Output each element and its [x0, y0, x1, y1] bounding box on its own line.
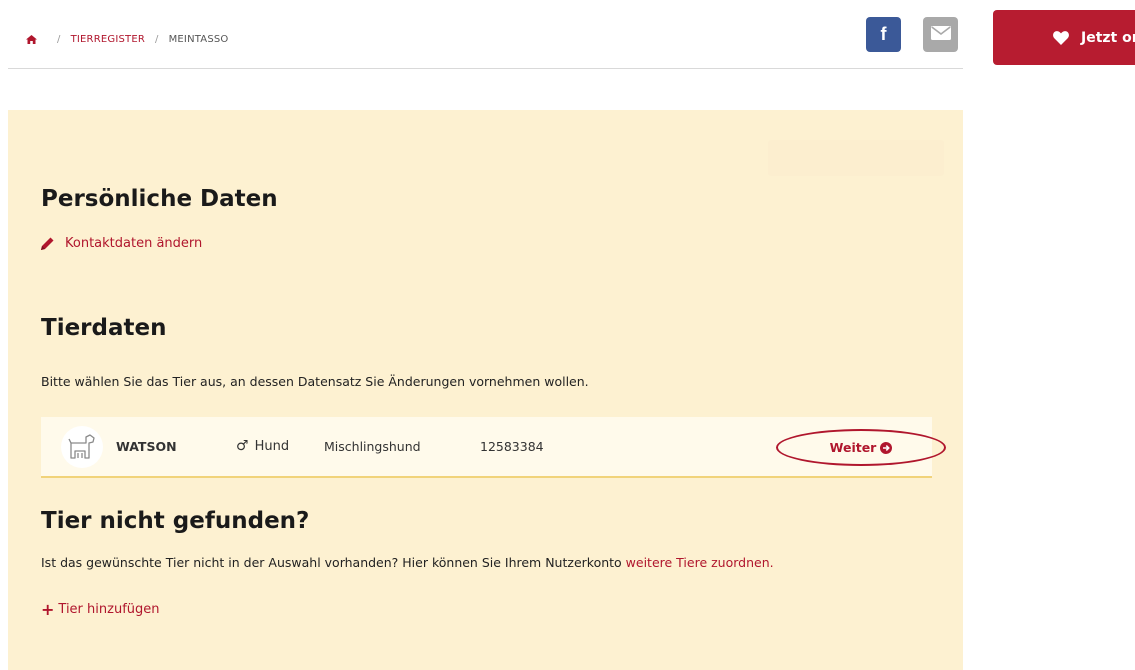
top-bar: / TIERREGISTER / MEINTASSO f Jetzt on — [0, 0, 1135, 70]
divider — [8, 68, 963, 69]
home-icon[interactable] — [26, 35, 37, 44]
edit-contact-label: Kontaktdaten ändern — [65, 236, 203, 251]
personal-data-heading: Persönliche Daten — [41, 186, 278, 212]
plus-icon: + — [41, 600, 55, 619]
mail-share-button[interactable] — [923, 17, 958, 52]
donate-button[interactable]: Jetzt on — [993, 10, 1135, 65]
animal-not-found-text: Ist das gewünschte Tier nicht in der Aus… — [41, 555, 774, 570]
assign-animals-link[interactable]: weitere Tiere zuordnen. — [626, 555, 774, 570]
animal-intro-text: Bitte wählen Sie das Tier aus, an dessen… — [41, 374, 589, 389]
animal-row[interactable]: WATSON ♂ Hund Mischlingshund 12583384 We… — [41, 417, 946, 478]
add-animal-label: Tier hinzufügen — [58, 602, 160, 617]
animal-chip-number: 12583384 — [480, 439, 544, 454]
breadcrumb-current: MEINTASSO — [168, 34, 229, 45]
continue-label: Weiter — [829, 440, 877, 455]
envelope-icon — [930, 25, 951, 44]
animal-sex-species: ♂ Hund — [236, 438, 289, 454]
edit-contact-link[interactable]: Kontaktdaten ändern — [40, 236, 202, 251]
animal-name: WATSON — [116, 439, 177, 454]
breadcrumb-separator: / — [57, 34, 61, 45]
faint-button-shadow — [768, 140, 944, 176]
pencil-icon — [40, 236, 55, 251]
continue-button[interactable]: Weiter — [776, 429, 946, 466]
dog-icon — [61, 426, 103, 468]
animal-species: Hund — [254, 438, 290, 454]
donate-label: Jetzt on — [1081, 29, 1135, 46]
facebook-icon: f — [880, 24, 887, 44]
male-icon: ♂ — [236, 438, 249, 454]
facebook-share-button[interactable]: f — [866, 17, 901, 52]
add-animal-link[interactable]: + Tier hinzufügen — [41, 600, 160, 619]
breadcrumb-tierregister[interactable]: TIERREGISTER — [71, 34, 145, 45]
breadcrumb-separator: / — [155, 34, 159, 45]
account-panel: Persönliche Daten Kontaktdaten ändern Ti… — [8, 110, 963, 670]
breadcrumb: / TIERREGISTER / MEINTASSO — [26, 34, 229, 45]
circle-arrow-right-icon — [880, 441, 893, 454]
heart-icon — [1053, 30, 1069, 45]
animal-not-found-heading: Tier nicht gefunden? — [41, 508, 310, 534]
animal-not-found-body: Ist das gewünschte Tier nicht in der Aus… — [41, 555, 626, 570]
animal-breed: Mischlingshund — [324, 439, 421, 454]
animal-data-heading: Tierdaten — [41, 315, 167, 341]
